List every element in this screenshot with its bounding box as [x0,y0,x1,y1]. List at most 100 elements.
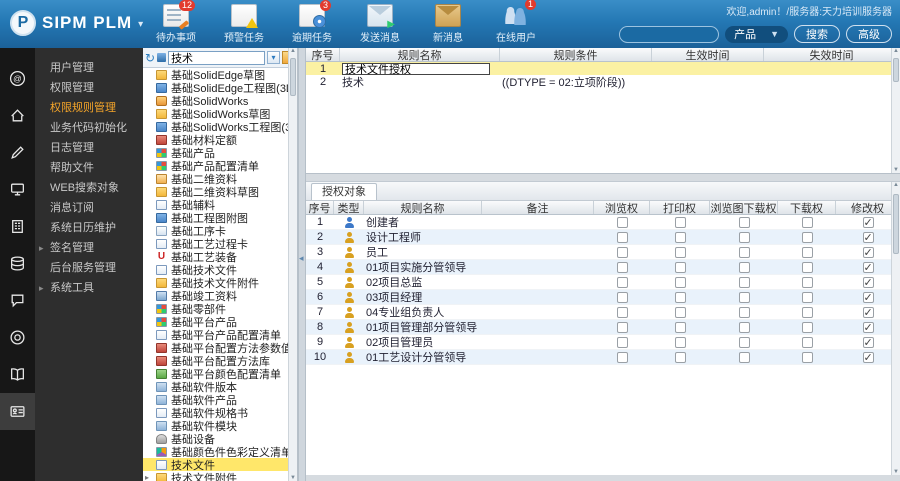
auth-table-row[interactable]: 10 01工艺设计分管领导 [306,350,900,365]
drawing-download-permission-checkbox[interactable] [738,336,750,348]
nav-home[interactable] [0,97,35,134]
sidebar-item[interactable]: ▸ 系统工具 [35,278,143,298]
scroll-up-icon[interactable]: ▲ [289,48,297,54]
auth-scrollbar[interactable]: ▲ ▼ [891,182,900,475]
rules-column-header[interactable]: 序号 [306,48,340,61]
tree-item[interactable]: 基础软件模块 [143,419,288,433]
modify-permission-checkbox[interactable] [862,321,874,333]
search-button[interactable]: 搜索 [794,25,840,43]
sidebar-item[interactable]: 权限管理 [35,78,143,98]
tree-view-icon[interactable] [157,53,167,62]
search-input[interactable] [619,25,720,43]
sidebar-item[interactable]: 系统日历维护 [35,218,143,238]
view-permission-checkbox[interactable] [616,321,628,333]
print-permission-checkbox[interactable] [674,336,686,348]
overdue-task-toolbar-item[interactable]: 3 逾期任务 [286,0,338,44]
drawing-download-permission-checkbox[interactable] [738,306,750,318]
modify-permission-checkbox[interactable] [862,276,874,288]
view-permission-checkbox[interactable] [616,291,628,303]
modify-permission-checkbox[interactable] [862,231,874,243]
auth-column-header[interactable]: 浏览图下载权 [710,201,778,214]
nav-building[interactable] [0,208,35,245]
scrollbar-thumb[interactable] [290,58,296,96]
sidebar-item[interactable]: 权限规则管理 [35,98,143,118]
new-message-toolbar-item[interactable]: 新消息 [422,4,474,44]
auth-table-row[interactable]: 2 设计工程师 [306,230,900,245]
modify-permission-checkbox[interactable] [862,351,874,363]
sidebar-item[interactable]: 用户管理 [35,58,143,78]
auth-column-header[interactable]: 序号 [306,201,334,214]
sidebar-item[interactable]: 后台服务管理 [35,258,143,278]
sidebar-item[interactable]: WEB搜索对象 [35,178,143,198]
print-permission-checkbox[interactable] [674,231,686,243]
print-permission-checkbox[interactable] [674,261,686,273]
drawing-download-permission-checkbox[interactable] [738,351,750,363]
auth-column-header[interactable]: 备注 [482,201,594,214]
scroll-up-icon[interactable]: ▲ [892,182,900,188]
tree-filter-input[interactable] [168,50,265,65]
print-permission-checkbox[interactable] [674,321,686,333]
download-permission-checkbox[interactable] [801,291,813,303]
nav-book[interactable] [0,356,35,393]
online-users-toolbar-item[interactable]: 1 在线用户 [490,0,542,44]
todo-toolbar-item[interactable]: 12 待办事项 [150,0,202,44]
scrollbar-thumb[interactable] [893,194,899,254]
nav-idcard[interactable] [0,393,35,430]
auth-table-row[interactable]: 9 02项目管理员 [306,335,900,350]
sidebar-item[interactable]: 业务代码初始化 [35,118,143,138]
nav-chat[interactable] [0,282,35,319]
view-permission-checkbox[interactable] [616,351,628,363]
download-permission-checkbox[interactable] [801,306,813,318]
nav-monitor[interactable] [0,171,35,208]
download-permission-checkbox[interactable] [801,261,813,273]
scrollbar-thumb[interactable] [893,58,899,82]
drawing-download-permission-checkbox[interactable] [738,216,750,228]
tree-item[interactable]: 基础材料定额 [143,133,288,147]
scroll-up-icon[interactable]: ▲ [892,48,900,54]
scroll-down-icon[interactable]: ▼ [289,475,297,481]
sidebar-item[interactable]: 日志管理 [35,138,143,158]
download-permission-checkbox[interactable] [801,276,813,288]
download-permission-checkbox[interactable] [801,246,813,258]
print-permission-checkbox[interactable] [674,306,686,318]
modify-permission-checkbox[interactable] [862,246,874,258]
warning-task-toolbar-item[interactable]: 预警任务 [218,4,270,44]
rules-column-header[interactable]: 规则条件 [500,48,652,61]
locate-button[interactable]: ▾ [267,51,280,64]
modify-permission-checkbox[interactable] [862,336,874,348]
download-permission-checkbox[interactable] [801,351,813,363]
panel-splitter[interactable]: ◂ [298,48,306,481]
rules-column-header[interactable]: 生效时间 [652,48,764,61]
send-message-toolbar-item[interactable]: 发送消息 [354,4,406,44]
download-permission-checkbox[interactable] [801,216,813,228]
modify-permission-checkbox[interactable] [862,306,874,318]
auth-column-header[interactable]: 类型 [334,201,364,214]
sidebar-item[interactable]: 消息订阅 [35,198,143,218]
view-permission-checkbox[interactable] [616,216,628,228]
view-permission-checkbox[interactable] [616,276,628,288]
search-category-dropdown[interactable]: 产品 ▼ [725,25,788,43]
scroll-down-icon[interactable]: ▼ [892,167,900,173]
auth-table-row[interactable]: 6 03项目经理 [306,290,900,305]
view-permission-checkbox[interactable] [616,306,628,318]
tree-item[interactable]: 基础颜色件色彩定义清单 [143,445,288,459]
rules-table-row[interactable]: 2 技术 ((DTYPE = 02:立项阶段)) [306,75,900,89]
view-permission-checkbox[interactable] [616,246,628,258]
print-permission-checkbox[interactable] [674,276,686,288]
print-permission-checkbox[interactable] [674,246,686,258]
view-permission-checkbox[interactable] [616,231,628,243]
drawing-download-permission-checkbox[interactable] [738,276,750,288]
download-permission-checkbox[interactable] [801,336,813,348]
auth-column-header[interactable]: 浏览权 [594,201,650,214]
auth-column-header[interactable]: 打印权 [650,201,710,214]
auth-table-row[interactable]: 7 04专业组负责人 [306,305,900,320]
nav-target[interactable] [0,319,35,356]
tree-scrollbar[interactable]: ▲ ▼ [288,48,297,481]
rules-column-header[interactable]: 规则名称 [340,48,500,61]
auth-table-row[interactable]: 4 01项目实施分管领导 [306,260,900,275]
app-logo[interactable]: P SIPM PLM ▾ [10,10,143,36]
drawing-download-permission-checkbox[interactable] [738,291,750,303]
view-permission-checkbox[interactable] [616,336,628,348]
tree-item[interactable]: ▸ 技术文件附件 [143,471,288,481]
nav-database[interactable] [0,245,35,282]
